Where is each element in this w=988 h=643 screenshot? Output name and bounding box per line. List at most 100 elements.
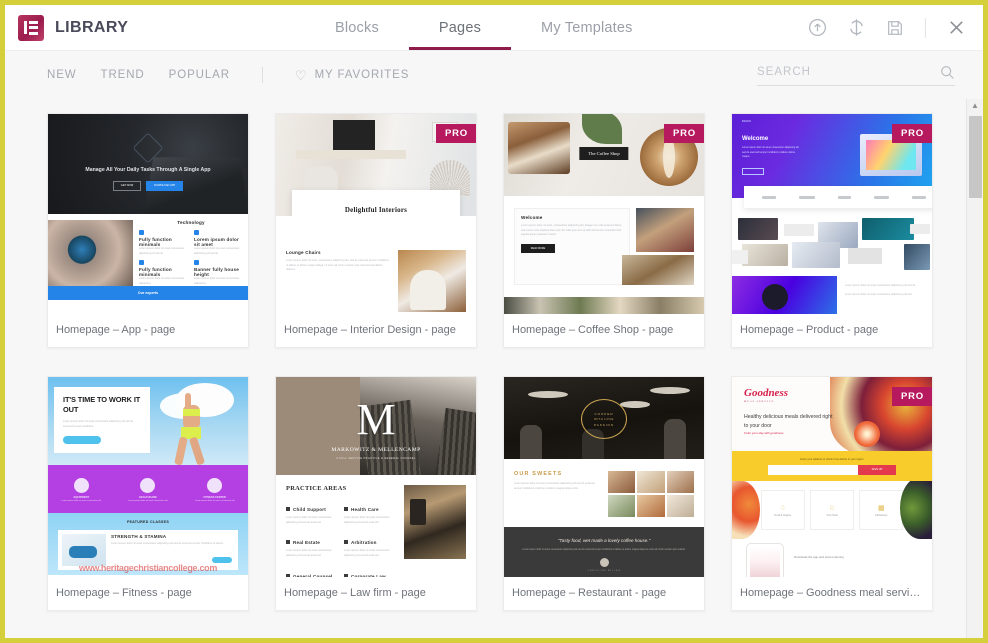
preview-headline: Manage All Your Daily Tasks Through A Si… — [85, 167, 211, 174]
template-card-goodness-meal-service[interactable]: PRO Goodness MEAL SERVICE Healthy delici… — [731, 376, 933, 611]
preview-app-text: Download the app and start exploring — [794, 555, 844, 559]
preview-logo: Goodness MEAL SERVICE — [744, 387, 789, 403]
filter-trend[interactable]: TREND — [101, 69, 145, 81]
tab-blocks[interactable]: Blocks — [305, 5, 409, 50]
template-card-coffee-shop[interactable]: PRO The Coffee Shop Welcome Lorem ipsum … — [503, 113, 705, 348]
library-tabs: Blocks Pages My Templates — [305, 5, 806, 50]
preview-feature: Fully function minimals — [139, 267, 172, 278]
preview-emblem-top: COOKED — [594, 411, 614, 416]
preview-watermark: www.heritagechristiancollege.com — [78, 563, 218, 573]
preview-author: CHRISTINE MILLER — [587, 569, 621, 572]
preview-area: Health Care — [351, 507, 379, 512]
preview-section-title: Lounge Chairs — [286, 250, 321, 255]
library-header: LIBRARY Blocks Pages My Templates — [5, 5, 983, 51]
my-favorites-label: MY FAVORITES — [314, 69, 410, 81]
template-card-app[interactable]: Manage All Your Daily Tasks Through A Si… — [47, 113, 249, 348]
preview-logo-sub: MEAL SERVICE — [744, 400, 775, 403]
search-input[interactable] — [757, 66, 940, 78]
pro-badge: PRO — [892, 124, 932, 143]
preview-area: Arbitration — [351, 540, 377, 546]
preview-area: Child Support — [293, 507, 326, 512]
template-thumbnail: Delightful Interiors RENOVATED ROOMS Lou… — [276, 114, 476, 314]
page-title: LIBRARY — [55, 18, 129, 36]
template-label: Homepage – Restaurant - page — [512, 587, 667, 599]
filter-my-favorites[interactable]: ♡ MY FAVORITES — [295, 69, 409, 82]
preview-title: Delightful Interiors — [344, 205, 408, 214]
scrollbar-thumb[interactable] — [969, 116, 982, 198]
filter-bar: NEW TREND POPULAR ♡ MY FAVORITES — [5, 51, 983, 99]
filter-new[interactable]: NEW — [47, 69, 77, 81]
preview-form-label: Enter your address to check if we delive… — [800, 457, 864, 461]
preview-nav: BRAND — [742, 120, 752, 123]
template-thumbnail: Goodness MEAL SERVICE Healthy delicious … — [732, 377, 932, 577]
preview-class-title: STRENGTH & STAMINA — [111, 534, 167, 539]
preview-quote: "Tasty food, wet made a lovely coffee ho… — [557, 538, 651, 544]
preview-emblem-bottom: PASSION — [593, 422, 615, 427]
template-label: Homepage – Goodness meal servi… — [740, 587, 921, 599]
templates-grid: Manage All Your Daily Tasks Through A Si… — [5, 105, 966, 611]
search-icon[interactable] — [940, 65, 955, 80]
preview-cta: Our experts — [48, 286, 248, 300]
preview-headline: Welcome — [742, 136, 769, 142]
library-modal: LIBRARY Blocks Pages My Templates NEW TR… — [0, 0, 988, 643]
preview-feature: Fully function minimals — [139, 237, 172, 247]
filter-popular[interactable]: POPULAR — [169, 69, 230, 81]
preview-form-button: SIGN UP — [858, 464, 896, 475]
template-label: Homepage – Interior Design - page — [284, 324, 456, 336]
filter-divider — [261, 67, 263, 83]
filter-group: NEW TREND POPULAR ♡ MY FAVORITES — [47, 67, 409, 83]
preview-area: Corporate Law — [351, 573, 386, 577]
preview-emblem-mid: WITH LOVE — [594, 417, 614, 421]
header-actions — [806, 5, 983, 50]
close-icon[interactable] — [945, 17, 967, 39]
preview-firm-sub: A FULL SERVICE PRACTICE & GENERAL COUNSE… — [336, 457, 416, 460]
vertical-scrollbar[interactable]: ▲ — [966, 99, 983, 638]
template-thumbnail: IT'S TIME TO WORK IT OUT Lorem ipsum dol… — [48, 377, 248, 577]
upload-icon[interactable] — [806, 17, 828, 39]
preview-feature: Your Chefs — [826, 514, 838, 517]
preview-feature: EQUIPMENT — [73, 495, 90, 499]
library-body: Manage All Your Daily Tasks Through A Si… — [5, 99, 983, 638]
preview-section-title: FEATURED CLASSES — [126, 520, 170, 524]
preview-feature: Fresh & Organic — [774, 514, 792, 517]
preview-area: Real Estate — [293, 540, 320, 546]
search-box[interactable] — [757, 65, 955, 86]
pro-badge: PRO — [436, 124, 476, 143]
tab-my-templates[interactable]: My Templates — [511, 5, 663, 50]
template-label: Homepage – Fitness - page — [56, 587, 192, 599]
preview-feature: FITNESS CENTER — [203, 495, 226, 499]
template-label: Homepage – Product - page — [740, 324, 879, 336]
preview-feature: Lorem ipsum dolor sit amet — [194, 237, 240, 247]
template-card-restaurant[interactable]: COOKED WITH LOVE PASSION OUR SWEETS Lore… — [503, 376, 705, 611]
brand: LIBRARY — [5, 5, 305, 50]
sync-icon[interactable] — [845, 17, 867, 39]
preview-section-title: Welcome — [521, 215, 543, 220]
preview-button: DOWNLOAD APP — [146, 180, 184, 191]
preview-feature: Banner fully house height — [194, 267, 239, 278]
preview-area: General Counsel — [293, 573, 333, 577]
preview-feature: HEALTHCARE — [139, 495, 157, 499]
template-thumbnail: Manage All Your Daily Tasks Through A Si… — [48, 114, 248, 314]
template-card-product[interactable]: PRO BRAND Welcome Lorem ipsum dolor sit … — [731, 113, 933, 348]
heart-icon: ♡ — [294, 67, 307, 83]
template-label: Homepage – Law firm - page — [284, 587, 426, 599]
preview-section-title: OUR SWEETS — [514, 471, 563, 477]
preview-badge: The Coffee Shop — [579, 147, 629, 160]
template-card-fitness[interactable]: IT'S TIME TO WORK IT OUT Lorem ipsum dol… — [47, 376, 249, 611]
save-icon[interactable] — [884, 17, 906, 39]
preview-monogram: M — [356, 395, 396, 444]
pro-badge: PRO — [892, 387, 932, 406]
template-card-law-firm[interactable]: M MARKOWITZ & MELLENCAMP A FULL SERVICE … — [275, 376, 477, 611]
preview-subhead: Color your day with goodness — [744, 431, 784, 435]
elementor-logo-icon — [18, 14, 44, 41]
preview-section-title: PRACTICE AREAS — [286, 485, 347, 492]
preview-feature: Gift Delivery — [875, 514, 888, 517]
preview-button: GET NOW — [112, 180, 142, 191]
preview-headline: Healthy delicious meals delivered right … — [744, 414, 833, 430]
scroll-up-arrow-icon[interactable]: ▲ — [971, 102, 979, 110]
tab-pages[interactable]: Pages — [408, 5, 512, 50]
scrollbar-track[interactable] — [967, 110, 983, 638]
template-card-interior-design[interactable]: PRO Delightful Interiors RENOVATED ROOMS — [275, 113, 477, 348]
preview-headline: IT'S TIME TO WORK IT OUT — [63, 395, 141, 414]
header-divider — [925, 17, 926, 38]
